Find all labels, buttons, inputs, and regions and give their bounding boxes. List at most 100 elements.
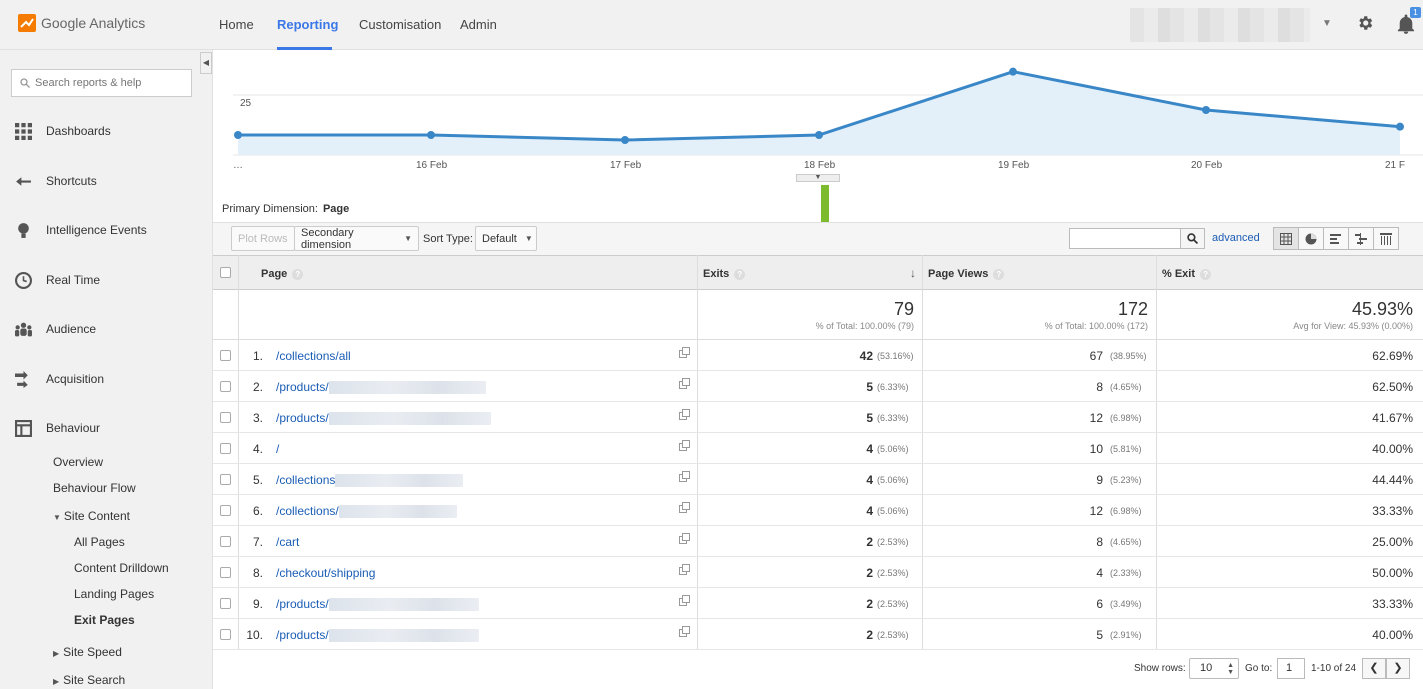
row-checkbox[interactable]	[220, 381, 231, 392]
page-link[interactable]: /collections/all	[276, 349, 351, 363]
table-filter-input[interactable]	[1069, 228, 1181, 249]
open-page-icon[interactable]	[679, 378, 690, 389]
previous-page-button[interactable]: ❮	[1362, 658, 1386, 679]
row-checkbox[interactable]	[220, 505, 231, 516]
help-icon[interactable]: ?	[734, 268, 746, 280]
account-selector[interactable]	[1130, 8, 1310, 42]
gear-icon[interactable]	[1356, 14, 1374, 32]
open-page-icon[interactable]	[679, 471, 690, 482]
column-header-exit-rate[interactable]: % Exit?	[1162, 268, 1212, 280]
row-checkbox[interactable]	[220, 350, 231, 361]
sidebar-item-real-time[interactable]: Real Time	[0, 266, 212, 294]
column-header-exits[interactable]: Exits?	[703, 268, 746, 280]
row-checkbox[interactable]	[220, 474, 231, 485]
comparison-icon	[1355, 232, 1367, 245]
page-link[interactable]: /	[276, 442, 279, 456]
sidebar-item-behaviour[interactable]: Behaviour	[0, 414, 212, 442]
sidebar-item-dashboards[interactable]: Dashboards	[0, 117, 212, 145]
next-page-button[interactable]: ❯	[1386, 658, 1410, 679]
sidebar-item-intelligence-events[interactable]: Intelligence Events	[0, 216, 212, 244]
plot-rows-button[interactable]: Plot Rows	[231, 226, 295, 251]
page-link[interactable]: /products/	[276, 628, 479, 643]
sidebar-item-all-pages[interactable]: All Pages	[74, 535, 125, 549]
chart-point[interactable]	[1396, 122, 1404, 131]
sidebar-item-behaviour-flow[interactable]: Behaviour Flow	[53, 481, 136, 495]
sidebar-item-content-drilldown[interactable]: Content Drilldown	[74, 561, 169, 575]
exits-percent: (5.06%)	[877, 444, 909, 454]
search-reports-box[interactable]	[11, 69, 192, 97]
chart-point[interactable]	[1202, 106, 1210, 114]
sidebar-item-label: Acquisition	[46, 372, 105, 386]
page-link[interactable]: /cart	[276, 535, 299, 549]
open-page-icon[interactable]	[679, 626, 690, 637]
page-link[interactable]: /collections	[276, 473, 464, 488]
sidebar-item-landing-pages[interactable]: Landing Pages	[74, 587, 154, 601]
help-icon[interactable]: ?	[1200, 268, 1212, 280]
chart-point[interactable]	[815, 131, 823, 139]
sidebar-collapse-button[interactable]: ◀	[200, 52, 212, 74]
help-icon[interactable]: ?	[993, 268, 1005, 280]
open-page-icon[interactable]	[679, 347, 690, 358]
row-checkbox[interactable]	[220, 536, 231, 547]
table-view-button[interactable]	[1273, 227, 1299, 250]
secondary-dimension-dropdown[interactable]: Secondary dimension ▼	[294, 226, 419, 251]
app-name: Google Analytics	[41, 15, 146, 31]
ga-logo[interactable]: Google Analytics	[18, 13, 145, 33]
open-page-icon[interactable]	[679, 595, 690, 606]
comparison-view-button[interactable]	[1348, 227, 1374, 250]
page-views-percent: (5.23%)	[1110, 475, 1142, 485]
row-checkbox[interactable]	[220, 412, 231, 423]
row-checkbox[interactable]	[220, 598, 231, 609]
chevron-down-icon[interactable]: ▼	[1322, 18, 1332, 29]
goto-page-input[interactable]: 1	[1277, 658, 1305, 679]
performance-view-button[interactable]	[1323, 227, 1349, 250]
sidebar-item-shortcuts[interactable]: Shortcuts	[0, 167, 212, 195]
search-input[interactable]	[35, 77, 185, 89]
open-page-icon[interactable]	[679, 502, 690, 513]
help-icon[interactable]: ?	[292, 268, 304, 280]
nav-home[interactable]: Home	[219, 17, 254, 32]
sort-descending-icon[interactable]: ↓	[910, 266, 916, 280]
pie-view-button[interactable]	[1298, 227, 1324, 250]
goto-label: Go to:	[1245, 663, 1273, 674]
redacted-path	[335, 474, 464, 488]
nav-reporting[interactable]: Reporting	[277, 17, 338, 32]
chart-collapse-handle[interactable]: ▼	[796, 174, 840, 182]
show-rows-select[interactable]: 10 ▲ ▼	[1189, 658, 1239, 679]
sidebar-item-site-speed[interactable]: ▶ Site Speed	[53, 645, 122, 659]
table-search-button[interactable]	[1181, 228, 1205, 249]
open-page-icon[interactable]	[679, 409, 690, 420]
open-page-icon[interactable]	[679, 533, 690, 544]
sidebar-item-site-search[interactable]: ▶ Site Search	[53, 673, 125, 687]
chart-point[interactable]	[621, 136, 629, 144]
page-link[interactable]: /products/	[276, 597, 479, 612]
page-link[interactable]: /products/	[276, 380, 486, 395]
nav-customisation[interactable]: Customisation	[359, 17, 441, 32]
sidebar-item-site-content[interactable]: ▼ Site Content	[53, 509, 130, 523]
column-header-page-views[interactable]: Page Views?	[928, 268, 1005, 280]
row-checkbox[interactable]	[220, 567, 231, 578]
chart-point[interactable]	[427, 131, 435, 139]
advanced-filter-link[interactable]: advanced	[1212, 232, 1260, 244]
sort-type-dropdown[interactable]: Default ▼	[475, 226, 537, 251]
sidebar-item-exit-pages[interactable]: Exit Pages	[74, 613, 135, 627]
chart-point[interactable]	[1009, 67, 1017, 76]
column-header-page[interactable]: Page?	[261, 268, 304, 280]
primary-dimension-value[interactable]: Page	[323, 203, 349, 215]
page-views-percent: (4.65%)	[1110, 382, 1142, 392]
nav-admin[interactable]: Admin	[460, 17, 497, 32]
sidebar-item-audience[interactable]: Audience	[0, 315, 212, 343]
row-checkbox[interactable]	[220, 629, 231, 640]
page-link[interactable]: /checkout/shipping	[276, 566, 375, 580]
pivot-view-button[interactable]	[1373, 227, 1399, 250]
chart-point[interactable]	[234, 131, 242, 139]
exits-value: 2	[866, 535, 873, 549]
select-all-checkbox[interactable]	[220, 267, 231, 278]
page-link[interactable]: /collections/	[276, 504, 457, 519]
open-page-icon[interactable]	[679, 564, 690, 575]
page-link[interactable]: /products/	[276, 411, 491, 426]
row-checkbox[interactable]	[220, 443, 231, 454]
sidebar-item-overview[interactable]: Overview	[53, 455, 103, 469]
open-page-icon[interactable]	[679, 440, 690, 451]
sidebar-item-acquisition[interactable]: Acquisition	[0, 365, 212, 393]
